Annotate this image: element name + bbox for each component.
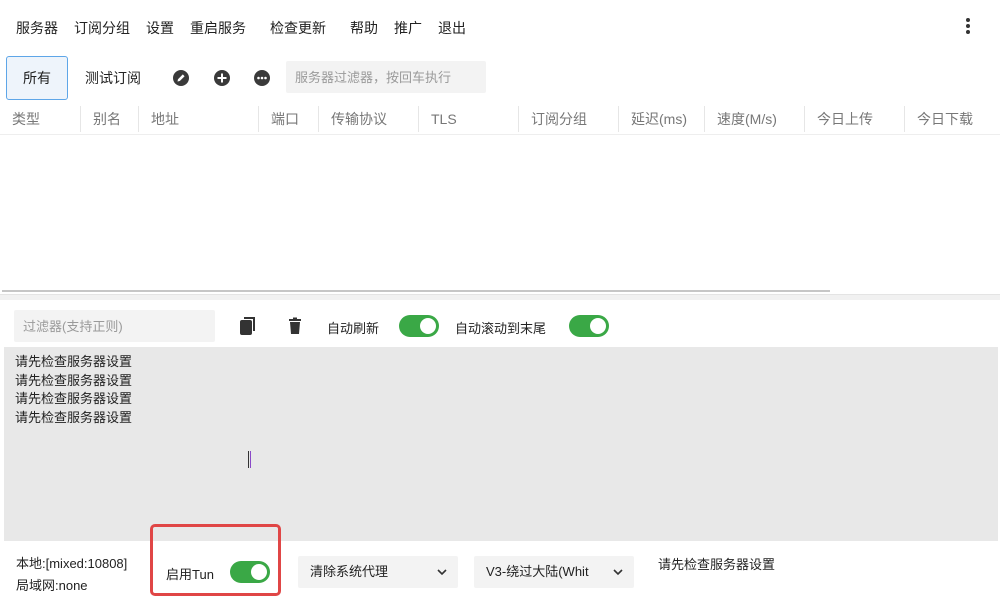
auto-refresh-toggle[interactable] [399,315,439,337]
column-type[interactable]: 类型 [0,103,40,135]
system-proxy-select[interactable]: 清除系统代理 [298,556,458,588]
log-line: 请先检查服务器设置 [15,391,133,406]
column-port[interactable]: 端口 [259,103,299,135]
tab-test-subscription[interactable]: 测试订阅 [76,56,150,100]
panel-splitter[interactable] [0,294,1000,300]
status-message: 请先检查服务器设置 [658,557,776,572]
column-address[interactable]: 地址 [139,103,179,135]
menu-bar: 服务器 订阅分组 设置 重启服务 检查更新 帮助 推广 退出 [0,0,1000,52]
menu-promote[interactable]: 推广 [394,18,422,38]
tun-highlight-box [150,524,281,596]
server-toolbar: 所有 测试订阅 [0,54,1000,102]
local-port-status: 本地:[mixed:10808] [16,556,128,571]
toggle-knob [590,318,606,334]
server-table-header: 类型 别名 地址 端口 传输协议 TLS 订阅分组 延迟(ms) 速度(M/s)… [0,103,1000,135]
column-alias[interactable]: 别名 [81,103,121,135]
chevron-down-icon [437,569,447,576]
more-horizontal-icon[interactable] [253,69,271,87]
toggle-knob [420,318,436,334]
menu-exit[interactable]: 退出 [438,18,466,38]
auto-scroll-toggle[interactable] [569,315,609,337]
more-vertical-icon[interactable] [958,16,978,36]
column-transport[interactable]: 传输协议 [319,103,387,135]
system-proxy-value: 清除系统代理 [310,564,389,579]
add-icon[interactable] [213,69,231,87]
column-today-download[interactable]: 今日下载 [905,103,973,135]
menu-restart-service[interactable]: 重启服务 [190,18,246,38]
routing-select[interactable]: V3-绕过大陆(Whit [474,556,634,588]
table-horizontal-scrollbar[interactable] [2,290,830,292]
text-cursor [248,451,251,468]
column-sub-group[interactable]: 订阅分组 [519,103,587,135]
column-today-upload[interactable]: 今日上传 [805,103,873,135]
edit-icon[interactable] [172,69,190,87]
log-line: 请先检查服务器设置 [15,354,133,369]
menu-servers[interactable]: 服务器 [16,18,58,38]
trash-icon[interactable] [285,316,305,336]
routing-value: V3-绕过大陆(Whit [486,564,589,579]
server-filter-input[interactable] [286,61,486,93]
chevron-down-icon [613,569,623,576]
column-speed[interactable]: 速度(M/s) [705,103,777,135]
log-filter-input[interactable] [14,310,215,342]
lan-status: 局域网:none [16,578,88,593]
copy-icon[interactable] [238,316,258,336]
log-output[interactable]: 请先检查服务器设置 请先检查服务器设置 请先检查服务器设置 请先检查服务器设置 [4,347,998,541]
menu-sub-groups[interactable]: 订阅分组 [74,18,130,38]
menu-help[interactable]: 帮助 [350,18,378,38]
auto-refresh-label: 自动刷新 [327,321,380,336]
menu-settings[interactable]: 设置 [146,18,174,38]
log-line: 请先检查服务器设置 [15,409,133,425]
column-latency[interactable]: 延迟(ms) [619,103,687,135]
log-line: 请先检查服务器设置 [15,372,133,388]
auto-scroll-label: 自动滚动到末尾 [455,321,547,336]
menu-check-update[interactable]: 检查更新 [270,18,326,38]
column-tls[interactable]: TLS [419,103,457,135]
tab-all[interactable]: 所有 [6,56,68,100]
